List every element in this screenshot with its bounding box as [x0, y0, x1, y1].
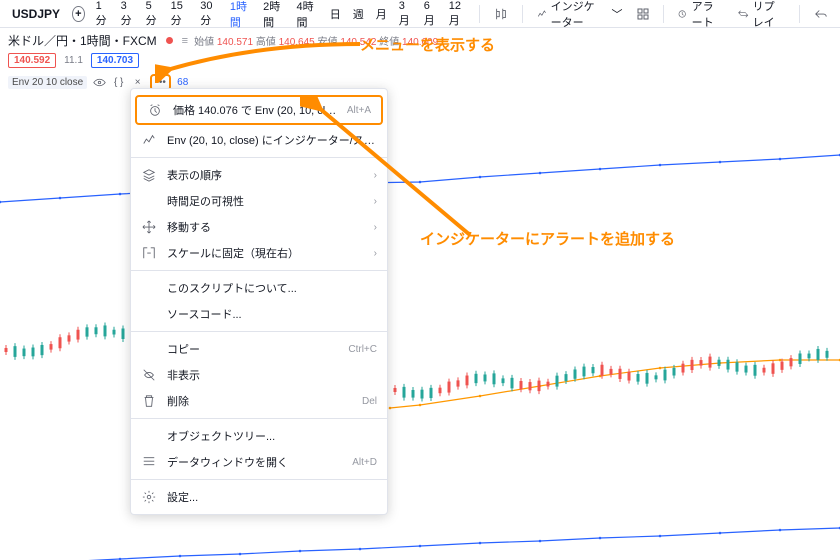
menu-settings[interactable]: 設定...	[131, 484, 387, 510]
menu-label: 削除	[167, 393, 352, 409]
menu-label: データウィンドウを開く	[167, 454, 342, 470]
indicators-button[interactable]: インジケーター ﹀	[531, 0, 629, 30]
int-30m[interactable]: 30分	[195, 0, 223, 28]
int-w[interactable]: 週	[348, 6, 369, 22]
menu-label: Env (20, 10, close) にインジケーター/ストラテジーを追加	[167, 132, 377, 148]
menu-delete[interactable]: 削除 Del	[131, 388, 387, 414]
alert-label: アラート	[692, 0, 725, 30]
menu-label: オブジェクトツリー...	[167, 428, 377, 444]
menu-label: 非表示	[167, 367, 377, 383]
chart-icon	[141, 132, 157, 148]
menu-divider	[131, 479, 387, 480]
alert-button[interactable]: アラート	[671, 0, 730, 30]
indicators-label: インジケーター	[551, 0, 605, 30]
ask-price[interactable]: 140.703	[91, 53, 139, 68]
int-1h[interactable]: 1時間	[225, 0, 256, 30]
spread: 11.1	[64, 55, 83, 66]
menu-visibility[interactable]: 時間足の可視性 ›	[131, 188, 387, 214]
chart-title: 米ドル／円・1時間・FXCM	[8, 32, 157, 49]
chevron-right-icon: ›	[374, 248, 377, 259]
market-status-icon	[166, 37, 173, 44]
int-6mo[interactable]: 6月	[419, 0, 442, 28]
replay-button[interactable]: リプレイ	[732, 0, 791, 30]
menu-add-indicator[interactable]: Env (20, 10, close) にインジケーター/ストラテジーを追加	[131, 127, 387, 153]
menu-add-alert[interactable]: 価格 140.076 で Env (20, 10, close) にアラートを追…	[135, 95, 383, 125]
int-4h[interactable]: 4時間	[291, 0, 322, 30]
chevron-right-icon: ›	[374, 170, 377, 181]
menu-label: スケールに固定（現在右）	[167, 245, 364, 261]
int-1m[interactable]: 1分	[91, 0, 114, 28]
pin-icon	[141, 245, 157, 261]
replay-label: リプレイ	[753, 0, 786, 30]
menu-about[interactable]: このスクリプトについて...	[131, 275, 387, 301]
int-3mo[interactable]: 3月	[394, 0, 417, 28]
chevron-right-icon: ›	[374, 196, 377, 207]
chart-type-button[interactable]	[488, 7, 514, 21]
separator	[799, 5, 800, 23]
eye-off-icon	[141, 367, 157, 383]
layers-icon	[141, 167, 157, 183]
menu-source[interactable]: ソースコード...	[131, 301, 387, 327]
int-15m[interactable]: 15分	[166, 0, 194, 28]
chart-canvas[interactable]	[0, 70, 840, 560]
int-2h[interactable]: 2時間	[258, 0, 289, 30]
menu-label: ソースコード...	[167, 306, 377, 322]
menu-divider	[131, 331, 387, 332]
move-icon	[141, 219, 157, 235]
menu-copy[interactable]: コピー Ctrl+C	[131, 336, 387, 362]
templates-button[interactable]	[631, 8, 655, 20]
menu-move[interactable]: 移動する ›	[131, 214, 387, 240]
ohlc: 始値 140.571 高値 140.645 安値 140.542 終値 140.…	[194, 33, 438, 48]
symbol[interactable]: USDJPY	[6, 7, 66, 21]
menu-object-tree[interactable]: オブジェクトツリー...	[131, 423, 387, 449]
list-icon	[141, 454, 157, 470]
menu-label: このスクリプトについて...	[167, 280, 377, 296]
chevron-right-icon: ›	[374, 222, 377, 233]
menu-divider	[131, 270, 387, 271]
shortcut: Del	[362, 396, 377, 407]
context-menu: 価格 140.076 で Env (20, 10, close) にアラートを追…	[130, 88, 388, 515]
shortcut: Alt+D	[352, 457, 377, 468]
int-m[interactable]: 月	[371, 6, 392, 22]
menu-label: 設定...	[167, 489, 377, 505]
menu-hide[interactable]: 非表示	[131, 362, 387, 388]
menu-label: 表示の順序	[167, 167, 364, 183]
separator	[663, 5, 664, 23]
separator	[479, 5, 480, 23]
shortcut: Ctrl+C	[348, 344, 377, 355]
separator	[522, 5, 523, 23]
trash-icon	[141, 393, 157, 409]
menu-divider	[131, 418, 387, 419]
gear-icon	[141, 489, 157, 505]
menu-data-window[interactable]: データウィンドウを開く Alt+D	[131, 449, 387, 475]
shortcut: Alt+A	[347, 105, 371, 116]
menu-label: 移動する	[167, 219, 364, 235]
menu-visual-order[interactable]: 表示の順序 ›	[131, 162, 387, 188]
int-3m[interactable]: 3分	[116, 0, 139, 28]
int-12mo[interactable]: 12月	[444, 0, 472, 28]
menu-divider	[131, 157, 387, 158]
bid-price[interactable]: 140.592	[8, 53, 56, 68]
int-5m[interactable]: 5分	[141, 0, 164, 28]
int-d[interactable]: 日	[325, 6, 346, 22]
alarm-icon	[147, 102, 163, 118]
menu-label: コピー	[167, 341, 338, 357]
undo-button[interactable]	[808, 7, 834, 21]
menu-pin-scale[interactable]: スケールに固定（現在右） ›	[131, 240, 387, 266]
menu-label: 価格 140.076 で Env (20, 10, close) にアラートを追	[173, 102, 337, 118]
menu-label: 時間足の可視性	[167, 193, 364, 209]
add-symbol-button[interactable]: +	[72, 6, 85, 22]
